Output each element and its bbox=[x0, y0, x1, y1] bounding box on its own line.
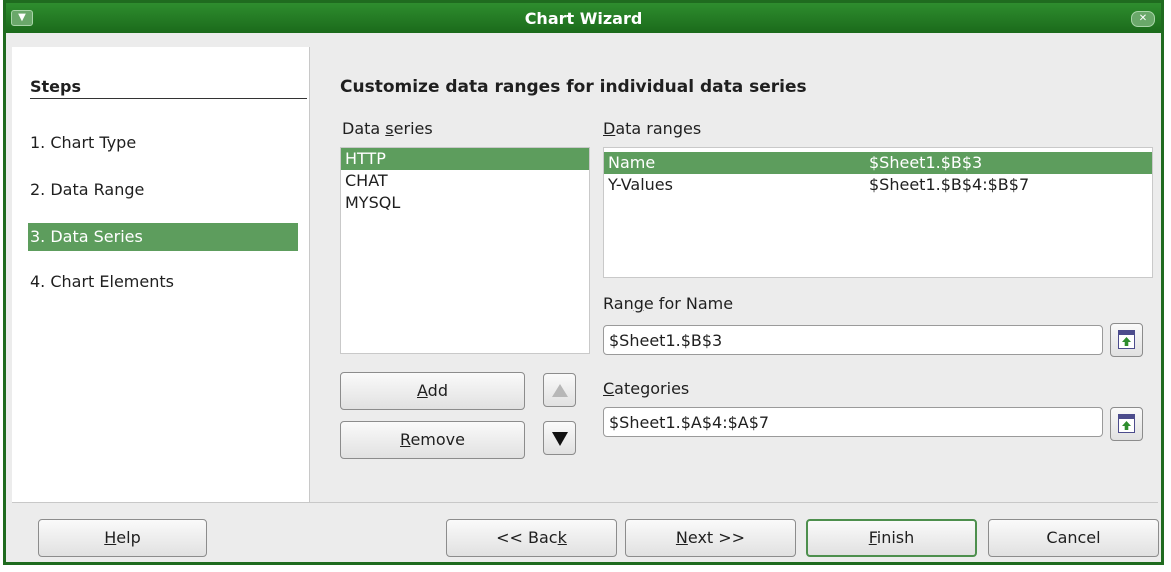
data-ranges-list[interactable]: Name $Sheet1.$B$3 Y-Values $Sheet1.$B$4:… bbox=[603, 147, 1153, 278]
list-item[interactable]: CHAT bbox=[341, 170, 589, 192]
data-series-label: Data series bbox=[342, 119, 433, 138]
step-label: 1. Chart Type bbox=[30, 133, 137, 152]
range-for-name-input[interactable]: $Sheet1.$B$3 bbox=[603, 325, 1103, 355]
range-role: Name bbox=[608, 153, 656, 172]
chart-wizard-window: ▼ Chart Wizard ✕ Steps 1. Chart Type 2. … bbox=[3, 0, 1164, 565]
step-data-series[interactable]: 3. Data Series bbox=[28, 223, 298, 251]
range-role: Y-Values bbox=[608, 175, 673, 194]
window-close-icon[interactable]: ✕ bbox=[1131, 11, 1155, 27]
steps-divider bbox=[30, 98, 307, 99]
shrink-dialog-icon bbox=[1118, 414, 1135, 433]
data-series-list[interactable]: HTTP CHAT MYSQL bbox=[340, 147, 590, 354]
window-title: Chart Wizard bbox=[524, 9, 643, 28]
page-title: Customize data ranges for individual dat… bbox=[340, 77, 807, 97]
range-value: $Sheet1.$B$3 bbox=[869, 153, 983, 172]
step-chart-type[interactable]: 1. Chart Type bbox=[28, 129, 298, 157]
shrink-dialog-icon bbox=[1118, 330, 1135, 349]
steps-heading: Steps bbox=[30, 77, 81, 96]
list-item[interactable]: HTTP bbox=[341, 148, 589, 170]
move-down-button[interactable] bbox=[543, 421, 576, 455]
range-value: $Sheet1.$B$4:$B$7 bbox=[869, 175, 1030, 194]
step-data-range[interactable]: 2. Data Range bbox=[28, 176, 298, 204]
list-item[interactable]: MYSQL bbox=[341, 192, 589, 214]
table-row[interactable]: Y-Values $Sheet1.$B$4:$B$7 bbox=[604, 174, 1152, 196]
select-range-name-button[interactable] bbox=[1110, 323, 1143, 357]
select-range-categories-button[interactable] bbox=[1110, 407, 1143, 441]
categories-label: Categories bbox=[603, 379, 690, 398]
range-for-name-label: Range for Name bbox=[603, 294, 734, 313]
triangle-up-icon bbox=[551, 384, 568, 397]
steps-panel: Steps 1. Chart Type 2. Data Range 3. Dat… bbox=[12, 47, 310, 502]
back-button[interactable]: << Back bbox=[446, 519, 617, 557]
step-label: 2. Data Range bbox=[30, 180, 145, 199]
title-bar: ▼ Chart Wizard ✕ bbox=[6, 3, 1161, 33]
data-ranges-label: Data ranges bbox=[603, 119, 702, 138]
cancel-button[interactable]: Cancel bbox=[988, 519, 1159, 557]
step-label: 4. Chart Elements bbox=[30, 272, 174, 291]
step-label: 3. Data Series bbox=[30, 227, 143, 246]
help-button[interactable]: Help bbox=[38, 519, 207, 557]
add-button[interactable]: Add bbox=[340, 372, 525, 410]
next-button[interactable]: Next >> bbox=[625, 519, 796, 557]
remove-button[interactable]: Remove bbox=[340, 421, 525, 459]
step-chart-elements[interactable]: 4. Chart Elements bbox=[28, 268, 298, 296]
categories-input[interactable]: $Sheet1.$A$4:$A$7 bbox=[603, 407, 1103, 437]
move-up-button[interactable] bbox=[543, 373, 576, 407]
triangle-down-icon bbox=[551, 432, 568, 446]
finish-button[interactable]: Finish bbox=[806, 519, 977, 557]
table-row[interactable]: Name $Sheet1.$B$3 bbox=[604, 152, 1152, 174]
footer-divider bbox=[12, 502, 1158, 503]
